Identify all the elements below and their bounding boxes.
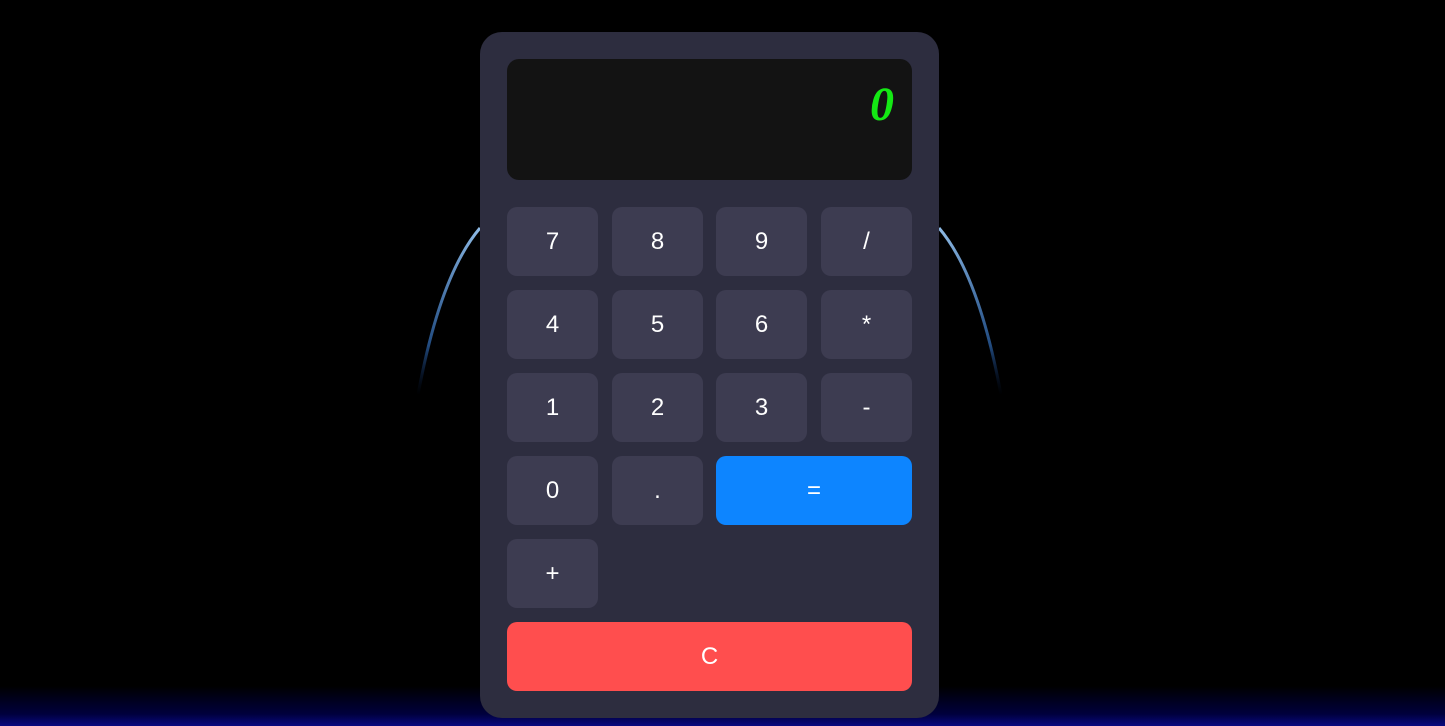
- key-8[interactable]: 8: [612, 207, 703, 276]
- key-subtract[interactable]: -: [821, 373, 912, 442]
- key-7[interactable]: 7: [507, 207, 598, 276]
- key-divide[interactable]: /: [821, 207, 912, 276]
- key-multiply[interactable]: *: [821, 290, 912, 359]
- clear-button[interactable]: C: [507, 622, 912, 691]
- key-2[interactable]: 2: [612, 373, 703, 442]
- display-value: 0: [870, 78, 894, 131]
- key-9[interactable]: 9: [716, 207, 807, 276]
- key-6[interactable]: 6: [716, 290, 807, 359]
- key-1[interactable]: 1: [507, 373, 598, 442]
- calculator-display: 0: [507, 59, 912, 180]
- key-4[interactable]: 4: [507, 290, 598, 359]
- key-add[interactable]: +: [507, 539, 598, 608]
- key-3[interactable]: 3: [716, 373, 807, 442]
- calculator: 0 7 8 9 / 4 5 6 * 1 2 3 - 0 . = + C: [480, 32, 939, 718]
- page-background: 0 7 8 9 / 4 5 6 * 1 2 3 - 0 . = + C: [0, 0, 1445, 726]
- key-0[interactable]: 0: [507, 456, 598, 525]
- key-equals[interactable]: =: [716, 456, 912, 525]
- key-5[interactable]: 5: [612, 290, 703, 359]
- key-decimal[interactable]: .: [612, 456, 703, 525]
